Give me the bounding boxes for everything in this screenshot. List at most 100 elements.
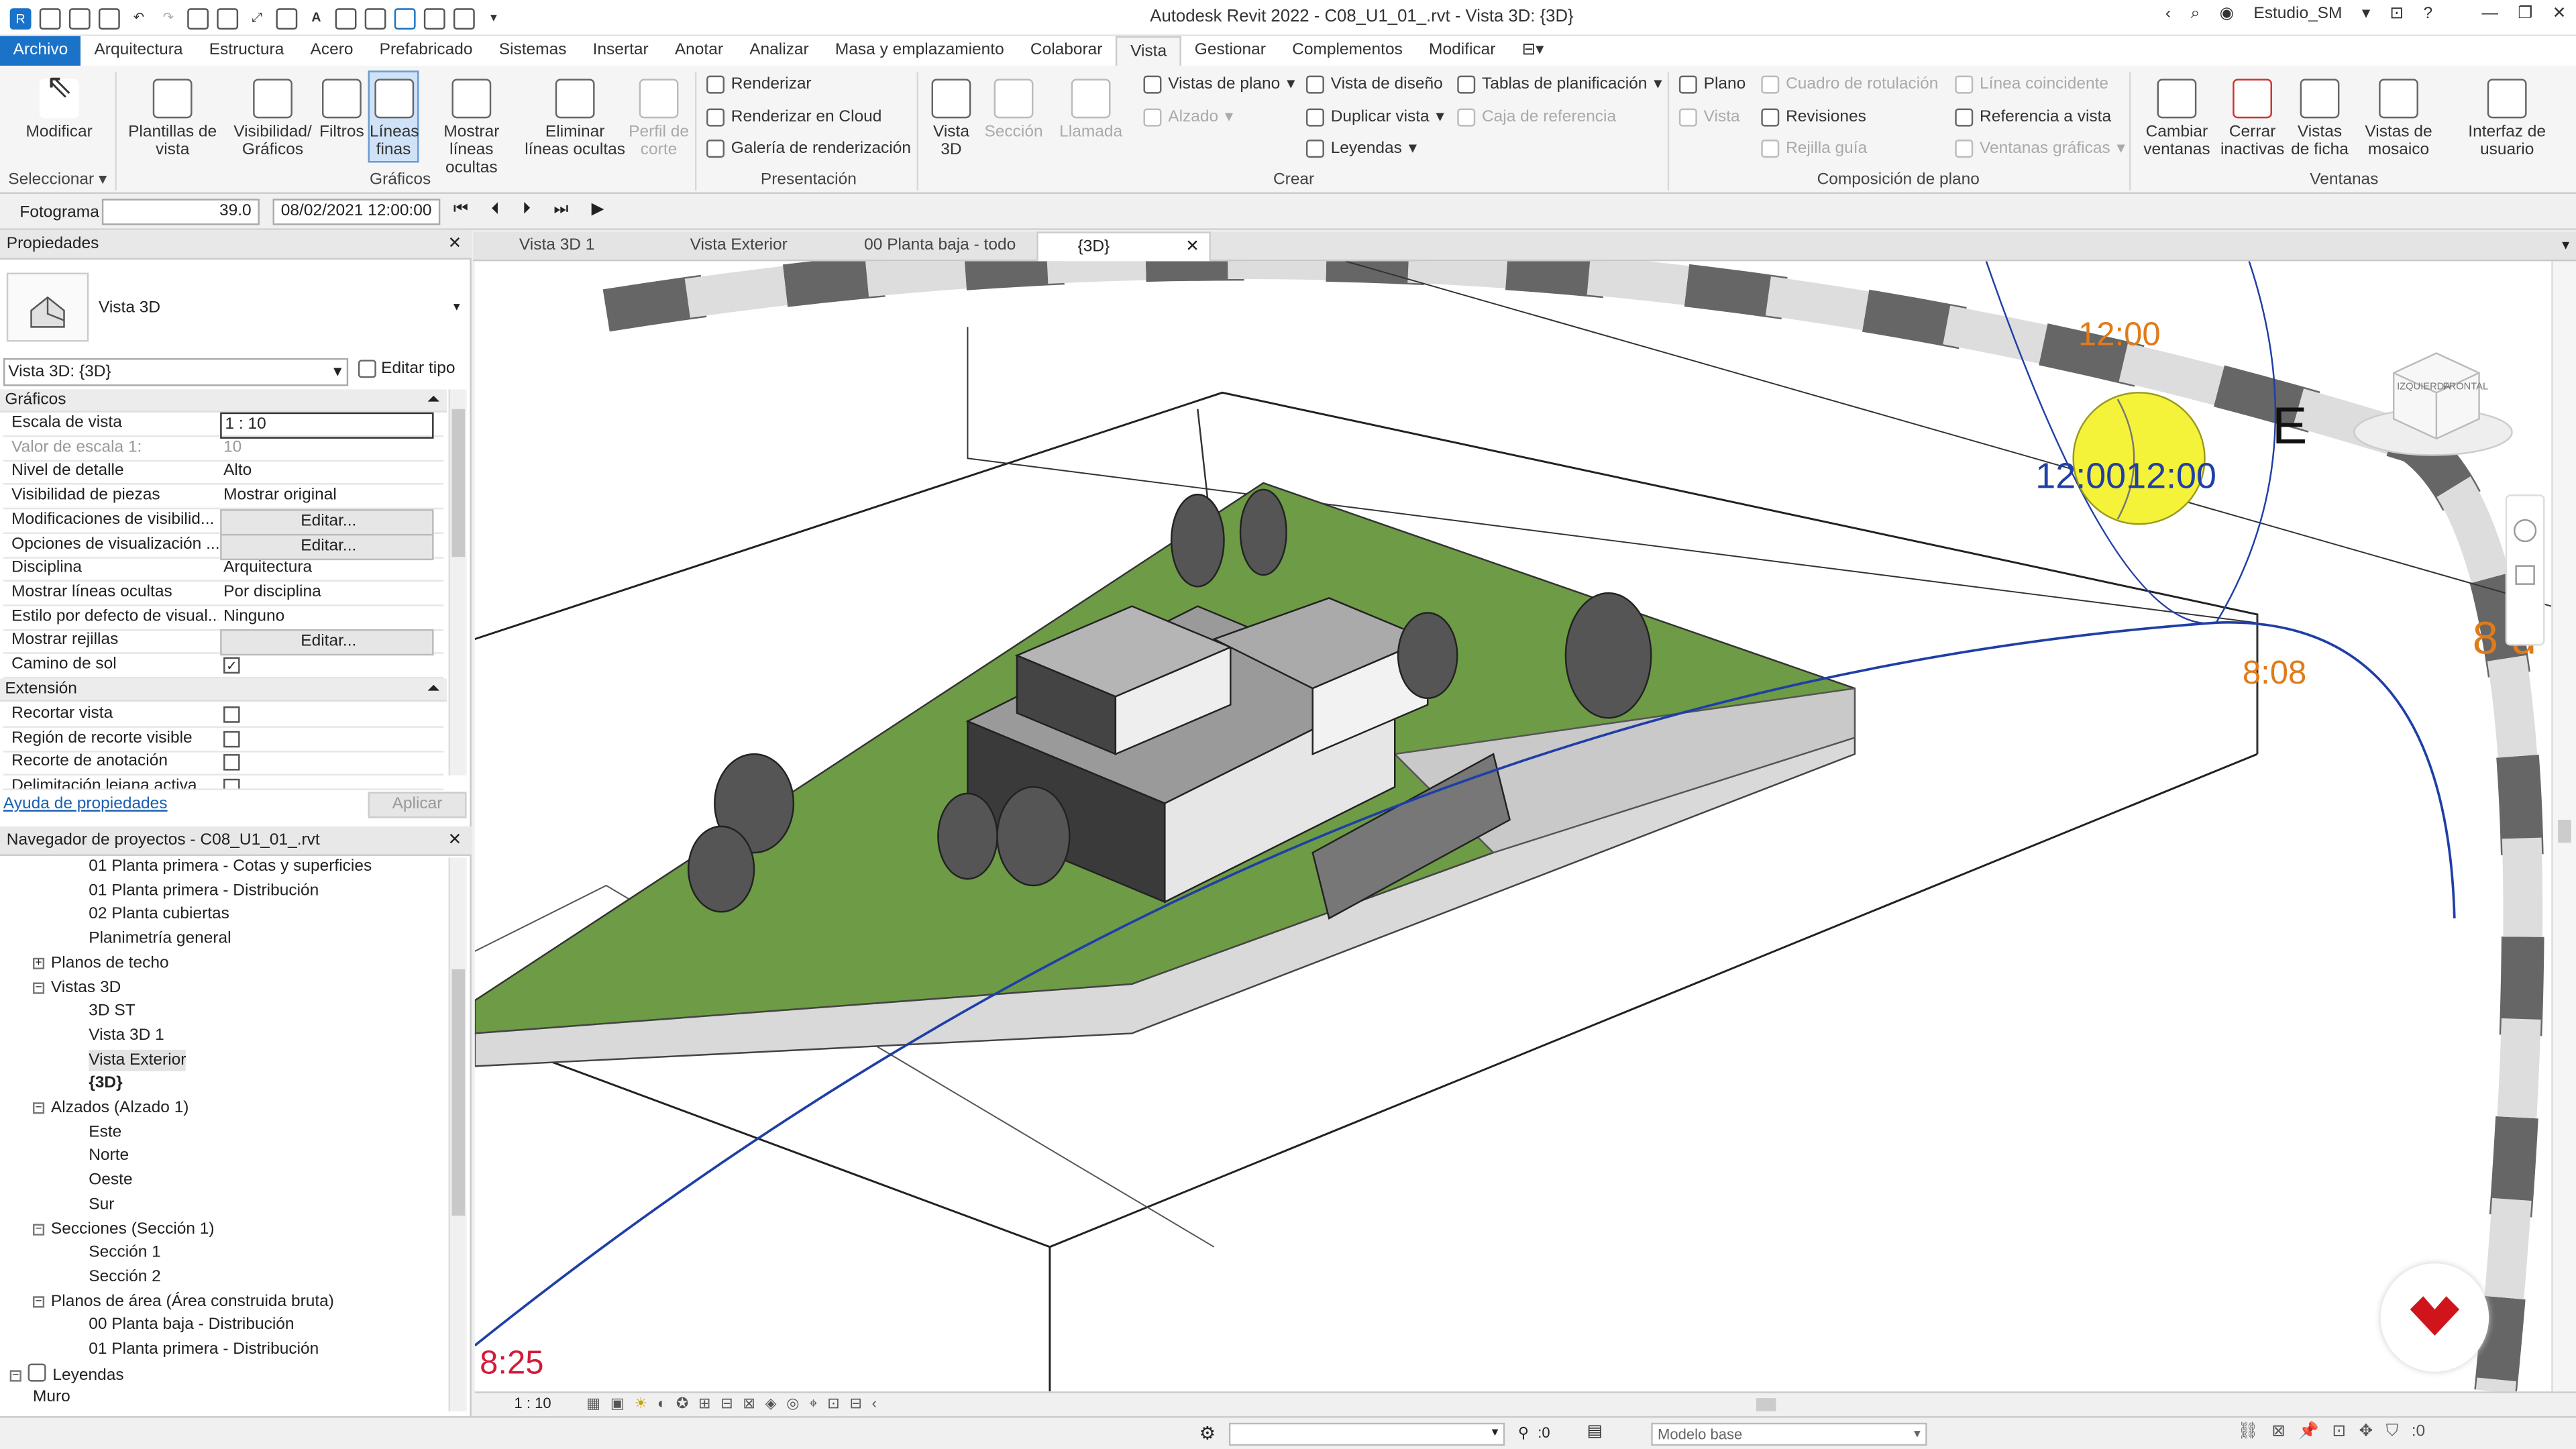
- horizontal-scroll-thumb[interactable]: [1756, 1398, 1776, 1411]
- thin-lines-icon[interactable]: [394, 7, 416, 29]
- collapse-icon[interactable]: ⏶: [427, 389, 441, 412]
- text-icon[interactable]: A: [306, 7, 327, 29]
- tab-anotar[interactable]: Anotar: [661, 36, 736, 66]
- instance-selector[interactable]: Vista 3D: {3D} ▾: [3, 358, 349, 386]
- help-icon[interactable]: ?: [2423, 5, 2432, 23]
- properties-scrollbar[interactable]: [448, 389, 467, 775]
- property-row[interactable]: Visibilidad de piezas Mostrar original: [3, 485, 444, 510]
- close-icon[interactable]: ✕: [448, 826, 462, 856]
- drag-elements-icon[interactable]: ✥: [2359, 1423, 2373, 1441]
- cube-face-front[interactable]: FRONTAL: [2443, 383, 2489, 393]
- tab-arquitectura[interactable]: Arquitectura: [81, 36, 196, 66]
- checkbox[interactable]: ✓: [220, 654, 433, 679]
- browser-item[interactable]: Este: [89, 1122, 121, 1143]
- browser-item[interactable]: 02 Planta cubiertas: [89, 904, 229, 926]
- seleccionar-dropdown[interactable]: Seleccionar ▾: [8, 171, 107, 189]
- tab-analizar[interactable]: Analizar: [737, 36, 822, 66]
- workset-icon[interactable]: ⚙: [1199, 1423, 1216, 1444]
- vistas-de-plano-dropdown[interactable]: Vistas de plano ▾: [1143, 75, 1295, 94]
- ayuda-propiedades-link[interactable]: Ayuda de propiedades: [3, 795, 168, 813]
- checkbox-box[interactable]: [223, 755, 240, 771]
- reveal-hidden-icon[interactable]: ◎: [786, 1395, 799, 1413]
- dimension-icon[interactable]: ⤢: [246, 7, 268, 29]
- browser-item[interactable]: 3D ST: [89, 1001, 135, 1022]
- analytical-model-icon[interactable]: ⌖: [809, 1395, 817, 1413]
- tab-sistemas[interactable]: Sistemas: [486, 36, 580, 66]
- interfaz-usuario-button[interactable]: Interfaz de usuario: [2459, 72, 2555, 160]
- collapse-icon[interactable]: −: [9, 1369, 21, 1381]
- restore-icon[interactable]: ❐: [2518, 5, 2532, 23]
- browser-item[interactable]: + Planos de techo: [32, 953, 169, 974]
- property-row[interactable]: Escala de vista 1 : 10: [3, 412, 444, 439]
- editar-button[interactable]: Editar...: [220, 508, 434, 535]
- expand-icon[interactable]: +: [32, 957, 45, 969]
- referencia-a-vista-button[interactable]: Referencia a vista: [1955, 108, 2111, 127]
- revit-logo-icon[interactable]: R: [9, 7, 32, 29]
- leyendas-dropdown[interactable]: Leyendas ▾: [1305, 140, 1417, 158]
- property-row[interactable]: Modificaciones de visibilid... Editar...: [3, 508, 444, 535]
- editar-tipo-button[interactable]: Editar tipo: [358, 360, 455, 378]
- constraints-icon[interactable]: ⊟: [849, 1395, 861, 1413]
- browser-item[interactable]: 01 Planta primera - Distribución: [89, 1339, 319, 1360]
- tablas-planificacion-dropdown[interactable]: Tablas de planificación ▾: [1457, 75, 1662, 94]
- cart-icon[interactable]: ⊡: [2390, 5, 2404, 23]
- alzado-dropdown[interactable]: Alzado ▾: [1143, 108, 1233, 127]
- browser-item[interactable]: − Vistas 3D: [32, 977, 121, 998]
- collapse-icon[interactable]: −: [32, 1102, 45, 1114]
- editar-button[interactable]: Editar...: [220, 629, 434, 656]
- tab-modificar[interactable]: Modificar: [1415, 36, 1509, 66]
- property-row[interactable]: Valor de escala 1: 10: [3, 437, 444, 462]
- binoculars-icon[interactable]: ⌕: [2190, 5, 2200, 23]
- frame-input[interactable]: 39.0: [101, 199, 260, 225]
- cambiar-ventanas-button[interactable]: Cambiar ventanas: [2137, 72, 2216, 160]
- tab-planta-baja[interactable]: 00 Planta baja - todo: [824, 231, 1034, 261]
- property-row[interactable]: Región de recorte visible: [3, 727, 444, 752]
- caja-de-referencia-button[interactable]: Caja de referencia: [1457, 108, 1616, 127]
- browser-item[interactable]: Muro: [33, 1387, 70, 1409]
- viewport-vertical-scrollbar[interactable]: [2551, 261, 2576, 1392]
- 3d-viewport[interactable]: 12:00 12:0012:00 E 8:08 8 d 8:25 IZQUIER…: [474, 261, 2552, 1392]
- tab-masa[interactable]: Masa y emplazamiento: [822, 36, 1017, 66]
- llamada-button[interactable]: Llamada: [1053, 72, 1129, 142]
- property-row[interactable]: Mostrar líneas ocultas Por disciplina: [3, 582, 444, 606]
- browser-item[interactable]: {3D}: [89, 1073, 122, 1095]
- zoom-icon[interactable]: [2515, 565, 2535, 585]
- browser-item[interactable]: − Leyendas: [9, 1362, 124, 1386]
- property-value[interactable]: Alto: [220, 461, 433, 484]
- measure-icon[interactable]: [217, 7, 239, 29]
- mostrar-lineas-ocultas-button[interactable]: Mostrar líneas ocultas: [422, 72, 521, 177]
- collapse-icon[interactable]: −: [32, 1295, 45, 1307]
- editar-button[interactable]: Editar...: [220, 533, 434, 559]
- eliminar-lineas-ocultas-button[interactable]: Eliminar líneas ocultas: [524, 72, 626, 160]
- select-underlay-icon[interactable]: ⊠: [2271, 1423, 2286, 1441]
- property-value[interactable]: Ninguno: [220, 606, 433, 629]
- chevron-down-icon[interactable]: ▾: [453, 299, 460, 314]
- previous-frame-icon[interactable]: ⏴: [491, 201, 499, 219]
- customize-icon[interactable]: ▾: [483, 7, 504, 29]
- renderizar-cloud-button[interactable]: Renderizar en Cloud: [706, 108, 881, 127]
- rejilla-guia-button[interactable]: Rejilla guía: [1761, 140, 1867, 158]
- select-by-face-icon[interactable]: ⊡: [2332, 1423, 2346, 1441]
- minimize-icon[interactable]: —: [2482, 5, 2498, 23]
- visibilidad-graficos-button[interactable]: Visibilidad/ Gráficos: [227, 72, 319, 160]
- user-name[interactable]: Estudio_SM: [2253, 5, 2342, 23]
- browser-item[interactable]: Norte: [89, 1146, 129, 1167]
- property-value[interactable]: 1 : 10: [220, 412, 434, 439]
- lock-view-icon[interactable]: ⊠: [743, 1395, 755, 1413]
- switch-windows-icon[interactable]: [453, 7, 475, 29]
- browser-item[interactable]: Vista Exterior: [89, 1049, 186, 1071]
- select-links-icon[interactable]: ⛓: [2238, 1423, 2259, 1441]
- first-frame-icon[interactable]: ⏮: [453, 201, 468, 219]
- property-row[interactable]: Nivel de detalle Alto: [3, 461, 444, 486]
- vista-button[interactable]: Vista: [1678, 108, 1740, 127]
- section-icon[interactable]: [364, 7, 386, 29]
- collapse-icon[interactable]: −: [32, 1223, 45, 1235]
- checkbox-box[interactable]: [223, 779, 240, 789]
- galeria-renderizacion-button[interactable]: Galería de renderización: [706, 140, 911, 158]
- workset-select[interactable]: ▾: [1228, 1422, 1505, 1446]
- detail-level-icon[interactable]: ▦: [586, 1395, 600, 1413]
- tab-prefabricado[interactable]: Prefabricado: [366, 36, 486, 66]
- browser-scrollbar[interactable]: [448, 857, 467, 1411]
- section-extension[interactable]: Extensión ⏶: [0, 678, 447, 702]
- save-icon[interactable]: [68, 7, 91, 29]
